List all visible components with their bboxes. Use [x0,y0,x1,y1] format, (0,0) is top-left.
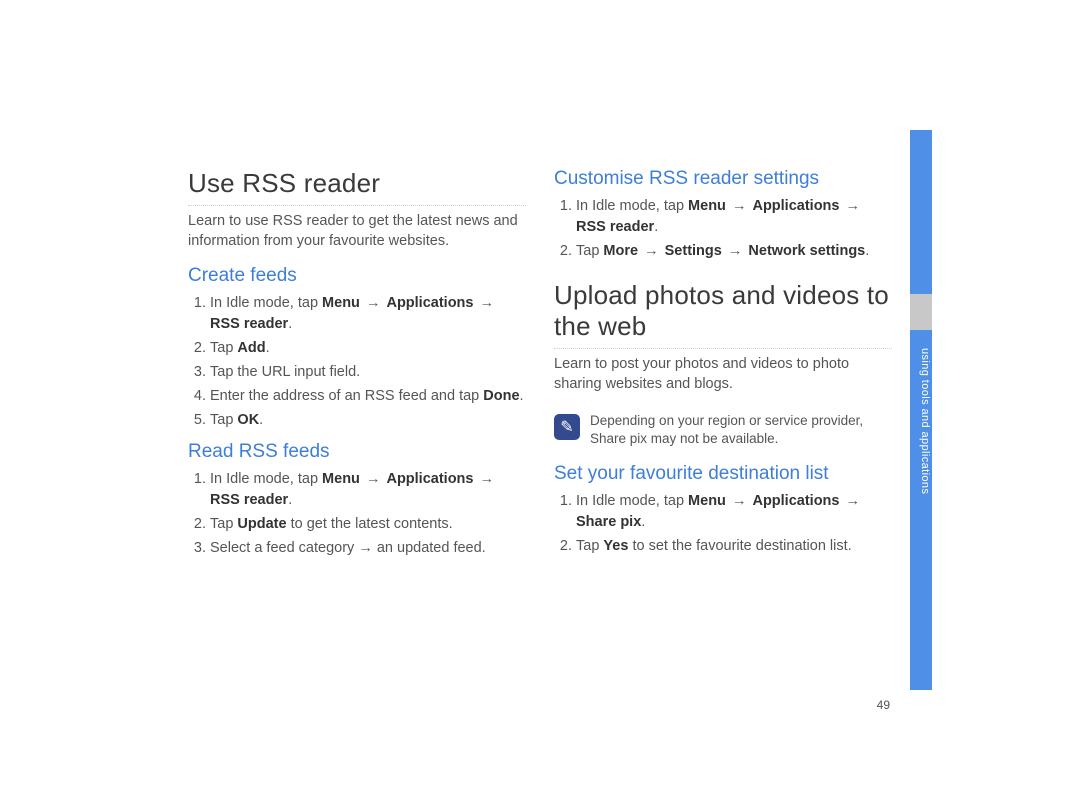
step-item: In Idle mode, tap Menu → Applications → … [210,469,526,511]
step-item: Select a feed category → an updated feed… [210,538,526,559]
step-text: In Idle mode, tap [210,295,322,311]
step-item: Tap Add. [210,338,526,359]
step-bold: OK [237,412,259,428]
side-tab-label: using tools and applications [919,348,931,494]
arrow-icon: → [364,471,383,487]
step-bold: Menu [322,471,360,487]
pencil-icon: ✎ [560,417,573,437]
section-title-upload: Upload photos and videos to the web [554,280,892,349]
manual-page-content: Use RSS reader Learn to use RSS reader t… [188,168,892,569]
step-bold: Share pix [576,514,641,530]
two-column-layout: Use RSS reader Learn to use RSS reader t… [188,168,892,569]
step-text: Tap [210,340,237,356]
steps-create-feeds: In Idle mode, tap Menu → Applications → … [188,293,526,431]
step-bold: Network settings [748,243,865,259]
step-bold: Yes [603,538,628,554]
side-tab-upper [910,130,932,294]
steps-favourite-destination: In Idle mode, tap Menu → Applications → … [554,491,892,557]
step-bold: RSS reader [576,219,654,235]
step-bold: Menu [322,295,360,311]
subheading-create-feeds: Create feeds [188,265,526,287]
step-item: In Idle mode, tap Menu → Applications → … [576,491,892,533]
step-text: Tap [210,412,237,428]
step-item: In Idle mode, tap Menu → Applications → … [210,293,526,335]
step-text: Tap [576,538,603,554]
step-bold: Add [237,340,265,356]
step-text: to get the latest contents. [287,516,453,532]
step-item: Enter the address of an RSS feed and tap… [210,386,526,407]
left-column: Use RSS reader Learn to use RSS reader t… [188,168,526,569]
steps-read-feeds: In Idle mode, tap Menu → Applications → … [188,469,526,559]
step-item: Tap More → Settings → Network settings. [576,241,892,262]
step-bold: Menu [688,198,726,214]
note-box: ✎ Depending on your region or service pr… [554,408,892,452]
intro-text-rss: Learn to use RSS reader to get the lates… [188,212,526,251]
step-item: Tap the URL input field. [210,362,526,383]
intro-text-upload: Learn to post your photos and videos to … [554,355,892,394]
step-bold: Applications [386,295,473,311]
arrow-icon: → [478,295,497,311]
step-bold: Done [483,388,519,404]
step-text: In Idle mode, tap [576,198,688,214]
page-number: 49 [877,698,890,712]
arrow-icon: → [726,243,745,259]
note-text: Depending on your region or service prov… [590,412,892,448]
step-bold: Applications [752,198,839,214]
arrow-icon: → [844,198,863,214]
arrow-icon: → [730,493,749,509]
step-item: Tap Update to get the latest contents. [210,514,526,535]
arrow-icon: → [642,243,661,259]
step-item: In Idle mode, tap Menu → Applications → … [576,196,892,238]
note-icon: ✎ [554,414,580,440]
step-text: Enter the address of an RSS feed and tap [210,388,483,404]
arrow-icon: → [730,198,749,214]
step-bold: RSS reader [210,316,288,332]
subheading-favourite-destination: Set your favourite destination list [554,463,892,485]
subheading-read-feeds: Read RSS feeds [188,441,526,463]
step-item: Tap Yes to set the favourite destination… [576,536,892,557]
step-bold: RSS reader [210,492,288,508]
step-bold: Menu [688,493,726,509]
step-text: Tap [576,243,603,259]
step-text: In Idle mode, tap [210,471,322,487]
step-item: Tap OK. [210,410,526,431]
arrow-icon: → [844,493,863,509]
right-column: Customise RSS reader settings In Idle mo… [554,168,892,569]
step-text: Tap [210,516,237,532]
step-bold: Update [237,516,286,532]
step-bold: Applications [752,493,839,509]
section-title-rss: Use RSS reader [188,168,526,206]
step-bold: More [603,243,638,259]
step-bold: Settings [665,243,722,259]
step-text: In Idle mode, tap [576,493,688,509]
arrow-icon: → [478,471,497,487]
arrow-icon: → [364,295,383,311]
subheading-customise-rss: Customise RSS reader settings [554,168,892,190]
steps-customise-rss: In Idle mode, tap Menu → Applications → … [554,196,892,262]
step-text: to set the favourite destination list. [628,538,851,554]
step-bold: Applications [386,471,473,487]
side-tab-gap [910,294,932,330]
